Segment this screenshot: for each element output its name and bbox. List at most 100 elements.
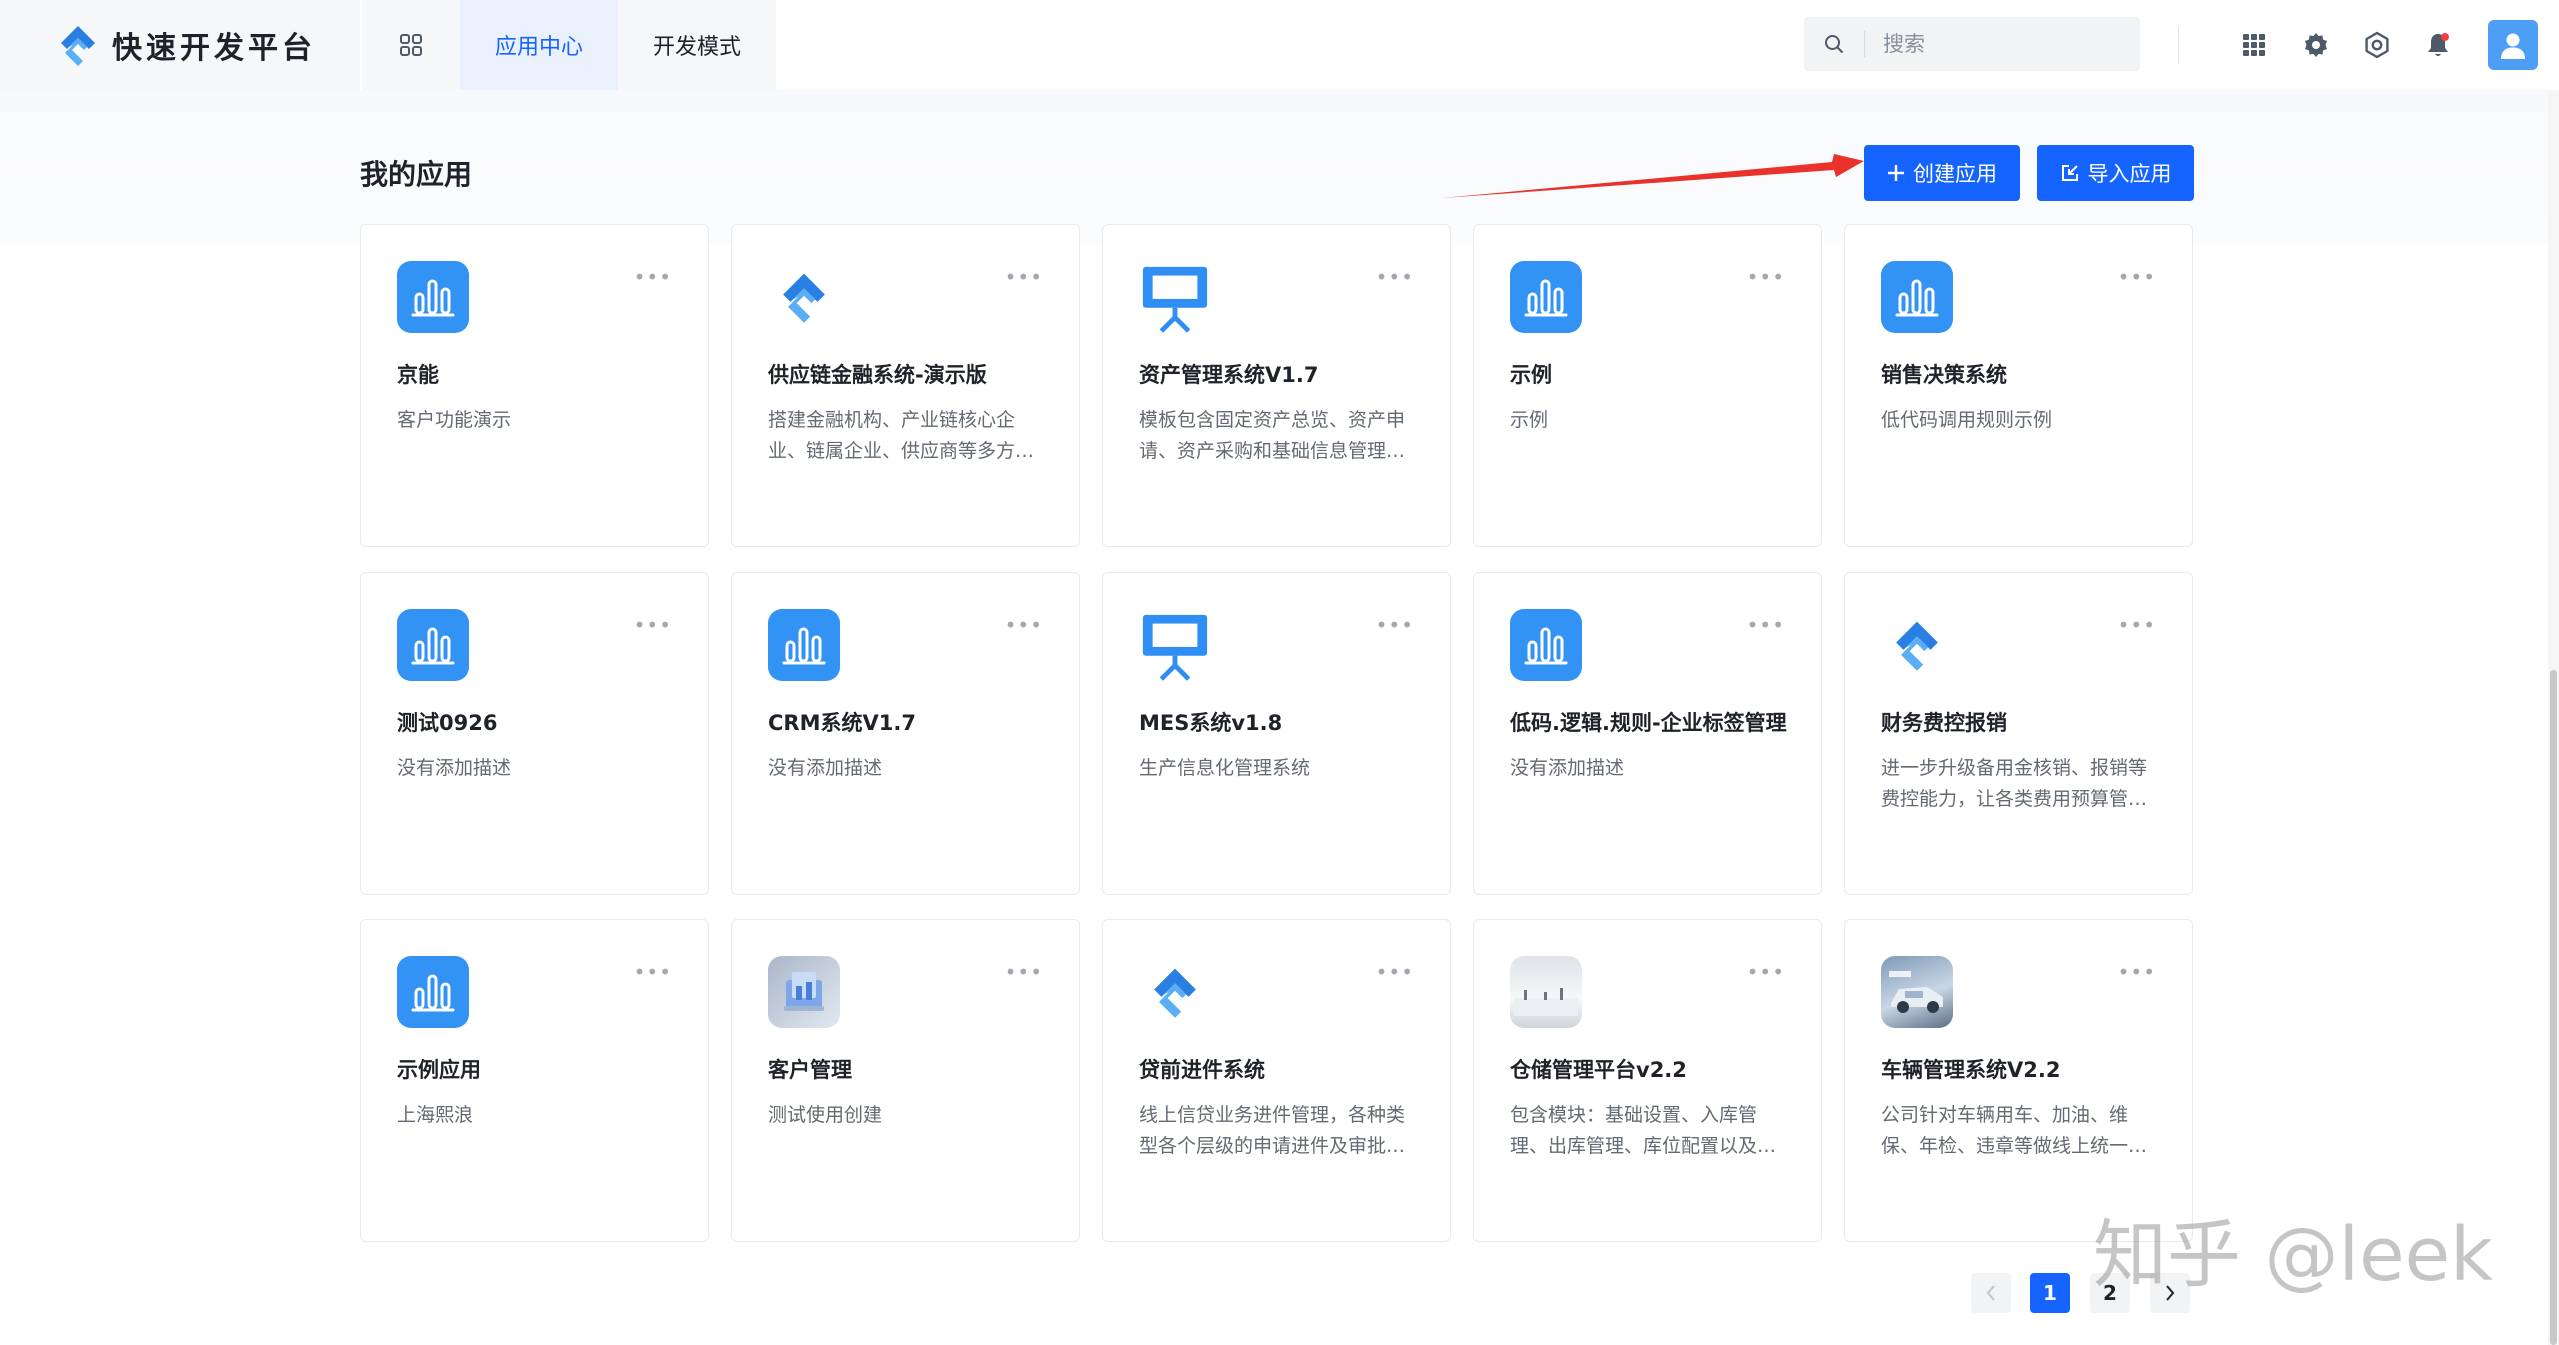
apps-menu-button[interactable]	[2234, 25, 2274, 65]
pagination-page-1[interactable]: 1	[2030, 1273, 2070, 1313]
bar-chart-icon	[397, 261, 469, 333]
settings-outline-icon	[2365, 31, 2389, 59]
more-options-icon[interactable]: •••	[1747, 613, 1785, 637]
app-title: 快速开发平台	[112, 31, 316, 66]
search-input[interactable]	[1865, 32, 2115, 56]
app-card[interactable]: ••• 京能客户功能演示	[360, 224, 709, 547]
settings-button[interactable]	[2296, 25, 2336, 65]
app-card[interactable]: ••• 示例 示例	[1473, 224, 1822, 547]
search-icon	[1825, 35, 1843, 53]
app-grid-button[interactable]	[362, 0, 460, 90]
app-card-description: 公司针对车辆用车、加油、维保、年检、违章等做线上统一管理	[1881, 1104, 2148, 1157]
more-options-icon[interactable]: •••	[634, 960, 672, 984]
app-card-title: 车辆管理系统V2.2	[1881, 1058, 2061, 1082]
notifications-button[interactable]	[2418, 25, 2458, 65]
app-card-title: 示例应用	[397, 1058, 481, 1082]
app-card-description: 生产信息化管理系统	[1139, 757, 1311, 779]
app-card-title: MES系统v1.8	[1139, 711, 1283, 735]
create-app-button[interactable]: 创建应用	[1864, 145, 2020, 201]
annotation-arrow	[1442, 154, 1864, 198]
user-icon	[2501, 33, 2525, 59]
grid-icon	[400, 34, 422, 56]
app-card-title: CRM系统V1.7	[768, 711, 916, 735]
more-options-icon[interactable]: •••	[1376, 265, 1414, 289]
toolbar-divider	[2178, 26, 2179, 64]
more-options-icon[interactable]: •••	[1005, 613, 1043, 637]
plus-icon	[1888, 165, 1904, 181]
bell-icon	[2428, 33, 2449, 56]
app-card-title: 客户管理	[768, 1058, 852, 1082]
warehouse-image-icon	[1510, 956, 1582, 1028]
tab-app-center[interactable]: 应用中心	[460, 0, 618, 90]
more-options-icon[interactable]: •••	[634, 613, 672, 637]
more-options-icon[interactable]: •••	[1376, 960, 1414, 984]
app-card-description: 包含模块：基础设置、入库管理、出库管理、库位配置以及库存盘点等	[1510, 1104, 1777, 1157]
app-card-description: 模板包含固定资产总览、资产申请、资产采购和基础信息管理等功能	[1139, 409, 1406, 462]
search-box[interactable]	[1804, 17, 2140, 71]
apps-grid-icon	[2243, 34, 2265, 56]
app-card[interactable]: ••• 财务费控报销进一步升级备用金核销、报销等费控能力，让各类费用预算管控更加灵…	[1844, 572, 2193, 895]
more-options-icon[interactable]: •••	[1005, 960, 1043, 984]
app-card-description: 示例	[1510, 409, 1549, 431]
app-card-description: 客户功能演示	[397, 409, 512, 431]
more-options-icon[interactable]: •••	[2118, 613, 2156, 637]
app-card[interactable]: ••• 低码.逻辑.规则-企业标签管理 没有添加描述	[1473, 572, 1822, 895]
app-card[interactable]: ••• 贷前进件系统线上信贷业务进件管理，各种类型各个层级的申请进件及审批流程	[1102, 919, 1451, 1242]
top-bar: 快速开发平台 应用中心 开发模式	[0, 0, 2559, 90]
app-card[interactable]: ••• 销售决策系统低代码调用规则示例	[1844, 224, 2193, 547]
more-options-icon[interactable]: •••	[1005, 265, 1043, 289]
app-card-title: 财务费控报销	[1881, 711, 2007, 735]
presentation-icon	[1139, 261, 1211, 333]
app-card-description: 没有添加描述	[1510, 757, 1625, 779]
app-card[interactable]: ••• 客户管理测试使用创建	[731, 919, 1080, 1242]
more-options-icon[interactable]: •••	[1747, 960, 1785, 984]
app-card-title: 供应链金融系统-演示版	[768, 363, 987, 387]
customer-image-icon	[768, 956, 840, 1028]
app-card[interactable]: ••• 示例应用上海熙浪	[360, 919, 709, 1242]
bar-chart-icon	[1510, 261, 1582, 333]
app-card-title: 资产管理系统V1.7	[1139, 363, 1319, 387]
app-card-description: 线上信贷业务进件管理，各种类型各个层级的申请进件及审批流程	[1139, 1104, 1406, 1157]
app-card-description: 搭建金融机构、产业链核心企业、链属企业、供应商等多方参与的供应链金融平台	[768, 409, 1035, 462]
app-card-description: 进一步升级备用金核销、报销等费控能力，让各类费用预算管控更加灵活	[1881, 757, 2148, 810]
app-card-description: 低代码调用规则示例	[1881, 409, 2053, 431]
app-card-description: 上海熙浪	[397, 1104, 474, 1126]
app-card[interactable]: ••• 供应链金融系统-演示版搭建金融机构、产业链核心企业、链属企业、供应商等多方…	[731, 224, 1080, 547]
app-card[interactable]: ••• 仓储管理平台v2.2 包含模块：基础设置、入库管理、出库管理、库位配置以及库…	[1473, 919, 1822, 1242]
more-options-icon[interactable]: •••	[1747, 265, 1785, 289]
more-options-icon[interactable]: •••	[634, 265, 672, 289]
import-icon	[2061, 165, 2078, 181]
app-card[interactable]: ••• 车辆管理系统V2.2 公司针对车辆用车、加油、维保、年检、违章等做线上统一管…	[1844, 919, 2193, 1242]
tab-dev-mode[interactable]: 开发模式	[618, 0, 776, 90]
app-card-description: 测试使用创建	[768, 1104, 883, 1126]
main-nav: 应用中心 开发模式	[362, 0, 776, 90]
user-avatar[interactable]	[2488, 20, 2538, 70]
app-card-title: 测试0926	[397, 711, 498, 735]
gear-icon	[2305, 33, 2327, 57]
brand[interactable]: 快速开发平台	[0, 0, 360, 90]
app-card[interactable]: ••• 测试0926 没有添加描述	[360, 572, 709, 895]
scrollbar-thumb[interactable]	[2550, 670, 2557, 1345]
app-card[interactable]: ••• MES系统v1.8 生产信息化管理系统	[1102, 572, 1451, 895]
app-card-title: 贷前进件系统	[1139, 1058, 1265, 1082]
app-card-title: 销售决策系统	[1881, 363, 2007, 387]
app-card[interactable]: ••• CRM系统V1.7 没有添加描述	[731, 572, 1080, 895]
bar-chart-icon	[397, 609, 469, 681]
import-app-button[interactable]: 导入应用	[2037, 145, 2194, 201]
app-card[interactable]: ••• 资产管理系统V1.7 模板包含固定资产总览、资产申请、资产采购和基础信息管理…	[1102, 224, 1451, 547]
bar-chart-icon	[397, 956, 469, 1028]
app-card-title: 低码.逻辑.规则-企业标签管理	[1510, 711, 1787, 735]
app-card-description: 没有添加描述	[397, 757, 512, 779]
chevron-left-icon	[1986, 1285, 1995, 1301]
import-app-label: 导入应用	[2087, 162, 2172, 186]
more-options-icon[interactable]: •••	[2118, 960, 2156, 984]
bar-chart-icon	[1881, 261, 1953, 333]
bar-chart-icon	[1510, 609, 1582, 681]
more-options-icon[interactable]: •••	[2118, 265, 2156, 289]
platform-logo-icon	[1881, 609, 1953, 681]
pagination-prev-button[interactable]	[1971, 1273, 2011, 1313]
more-options-icon[interactable]: •••	[1376, 613, 1414, 637]
system-settings-button[interactable]	[2357, 25, 2397, 65]
watermark: 知乎 @leek	[2093, 1212, 2493, 1298]
app-card-title: 京能	[397, 363, 439, 387]
